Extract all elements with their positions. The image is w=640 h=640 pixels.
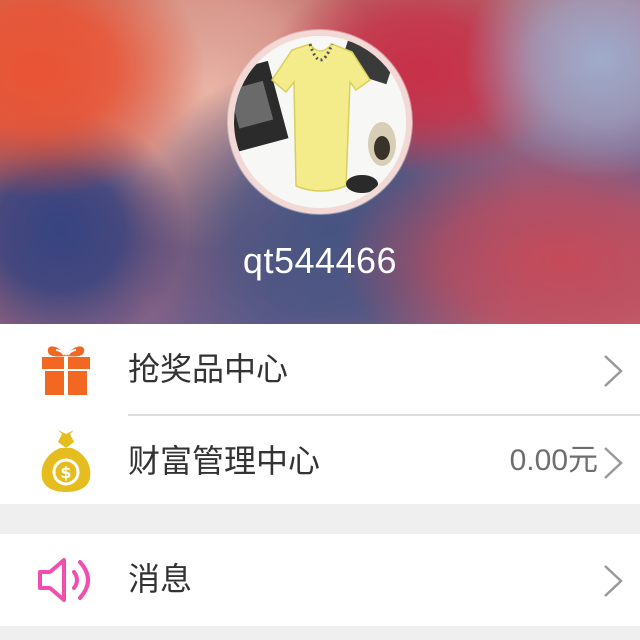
messages-row[interactable]: 消息 — [0, 534, 640, 624]
chevron-right-icon — [602, 446, 624, 480]
username: qt544466 — [242, 240, 398, 281]
profile-header: qt544466 — [0, 0, 640, 324]
avatar[interactable] — [228, 30, 412, 214]
prize-center-row[interactable]: 抢奖品中心 — [0, 324, 640, 414]
wealth-center-label: 财富管理中心 — [128, 442, 321, 480]
menu-group-main: 抢奖品中心 $ 财富管理中心 0.00元 — [0, 324, 640, 504]
speaker-icon — [34, 552, 98, 608]
wealth-balance: 0.00元 — [509, 444, 598, 477]
chevron-right-icon — [602, 564, 624, 598]
wealth-center-row[interactable]: $ 财富管理中心 0.00元 — [0, 416, 640, 506]
prize-center-label: 抢奖品中心 — [128, 350, 289, 388]
chevron-right-icon — [602, 354, 624, 388]
avatar-image — [234, 36, 406, 208]
messages-label: 消息 — [128, 560, 193, 598]
money-bag-icon: $ — [34, 428, 98, 494]
menu-group-messages: 消息 — [0, 534, 640, 626]
svg-text:$: $ — [60, 463, 71, 482]
gift-icon — [34, 342, 98, 398]
